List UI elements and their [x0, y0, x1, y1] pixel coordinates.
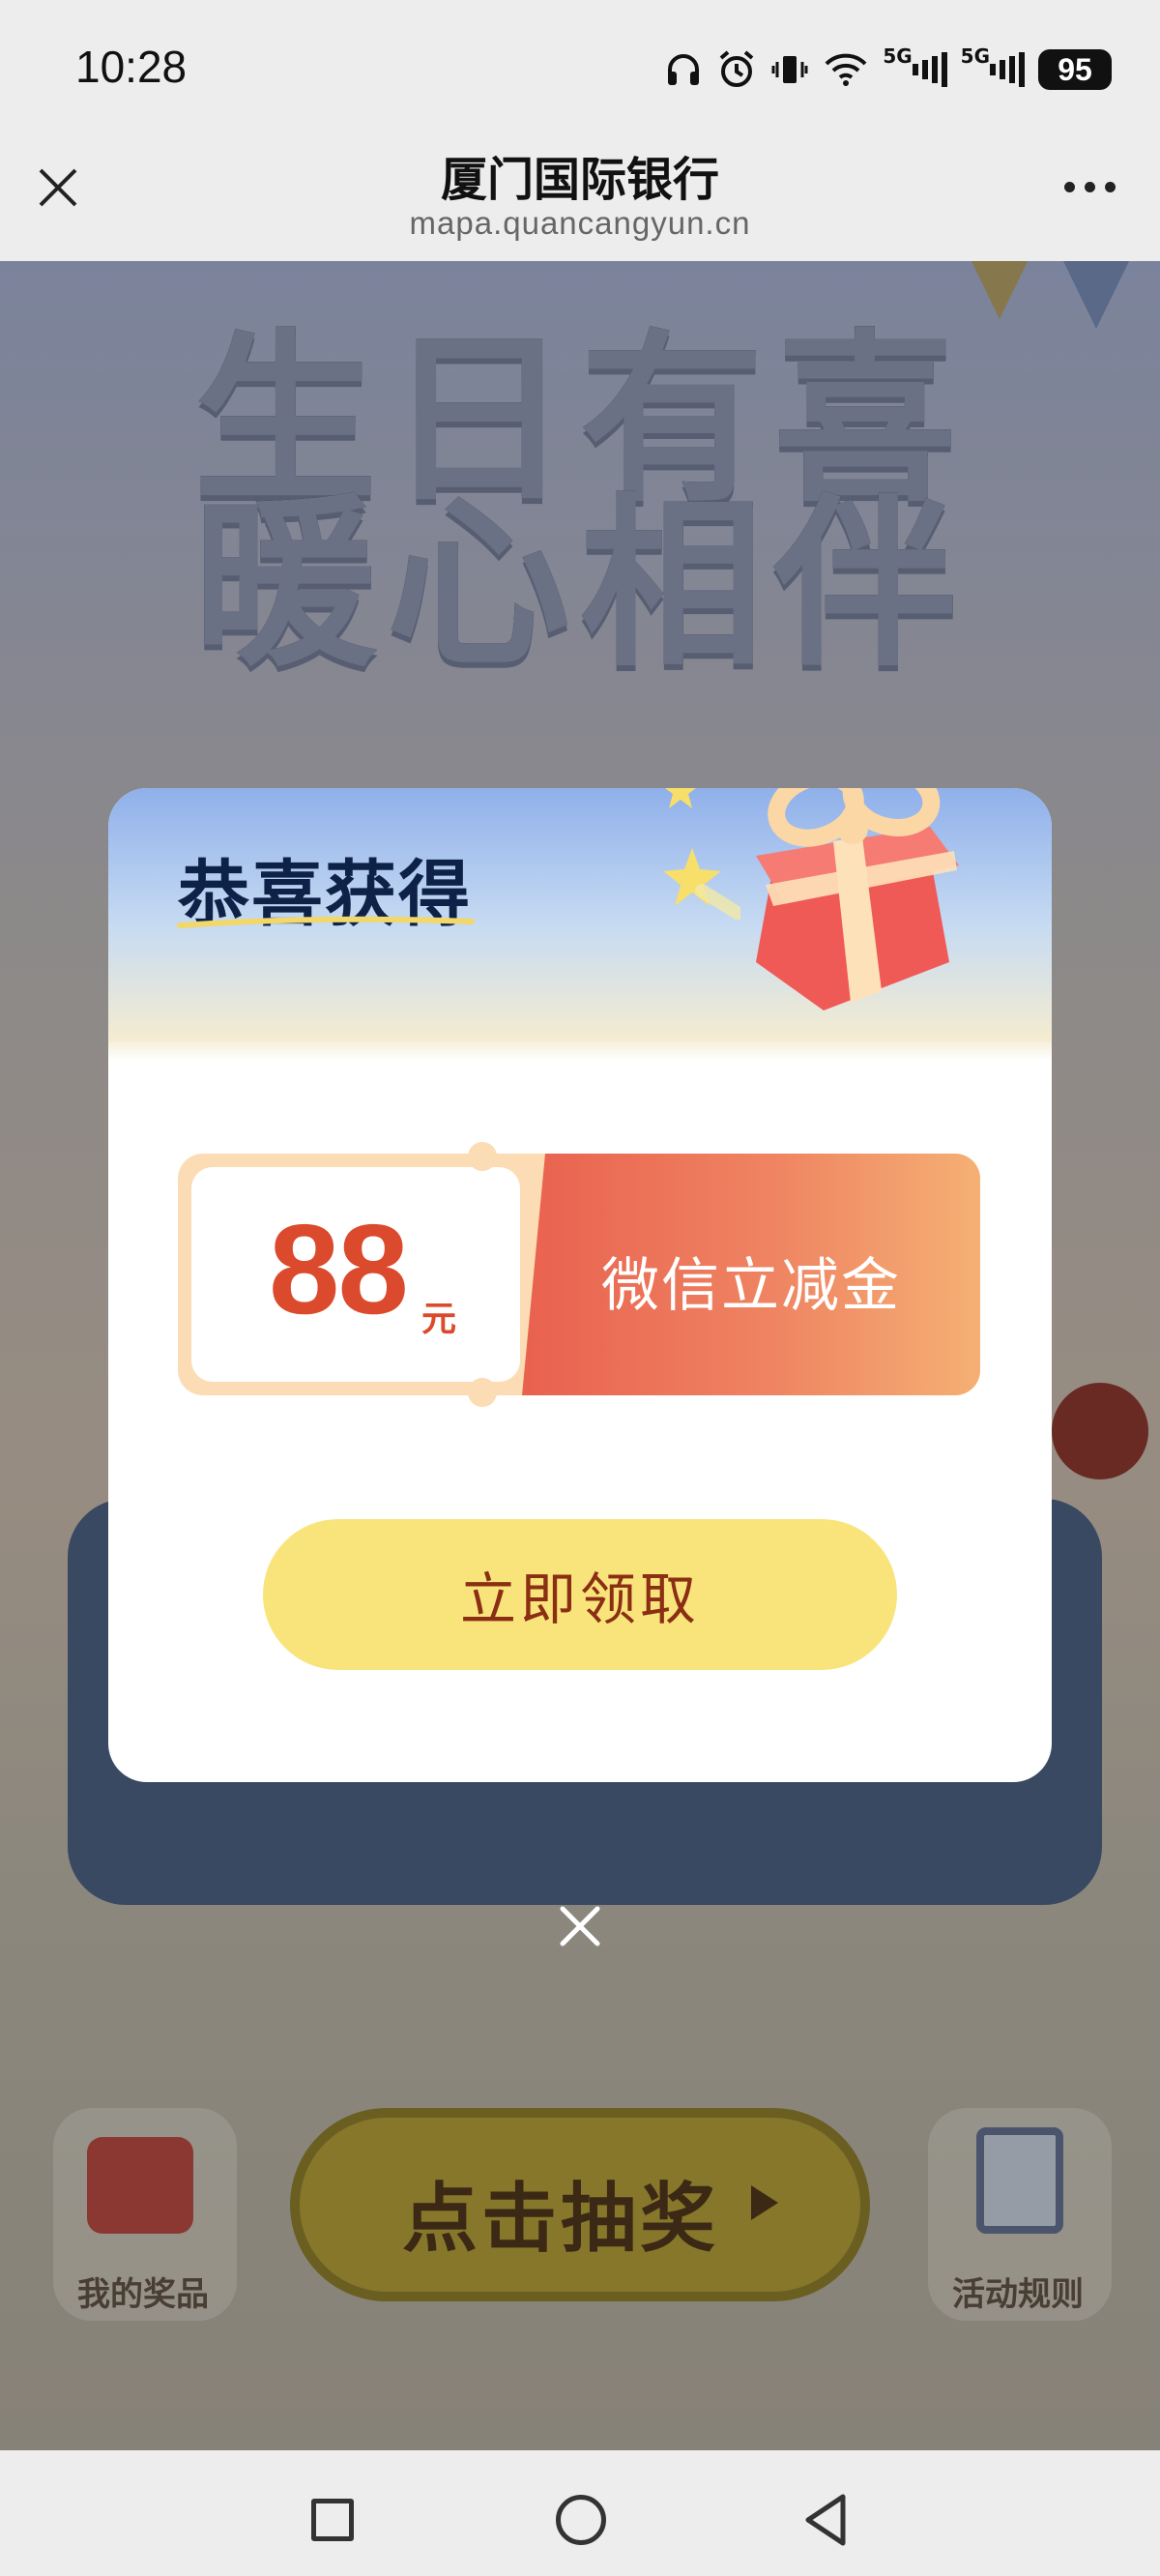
- prize-modal: 恭喜获得 88 元 微信立减金 立即领取: [108, 788, 1052, 1782]
- wifi-icon: [823, 41, 869, 99]
- coupon-amount: 88: [269, 1198, 409, 1340]
- coupon-amount-panel: 88 元: [191, 1167, 520, 1382]
- home-icon[interactable]: [556, 2495, 606, 2545]
- title-bar: 厦门国际银行 mapa.quancangyun.cn: [0, 126, 1160, 261]
- page-url: mapa.quancangyun.cn: [409, 205, 751, 241]
- status-time: 10:28: [75, 42, 188, 92]
- coupon-unit: 元: [421, 1300, 457, 1339]
- coupon-card: 88 元 微信立减金: [178, 1142, 980, 1407]
- title-underline: [177, 916, 475, 928]
- network-type-label: 5G: [883, 44, 913, 68]
- network-type-label: 5G: [960, 44, 990, 68]
- claim-button[interactable]: 立即领取: [263, 1519, 897, 1670]
- star-icon: [665, 788, 696, 808]
- status-bar: 10:28 5G 5G 95: [0, 0, 1160, 126]
- more-icon[interactable]: [1064, 182, 1116, 192]
- back-icon[interactable]: [802, 2493, 851, 2547]
- alarm-icon: [716, 41, 757, 99]
- signal-icon: 5G: [883, 41, 947, 99]
- claim-button-label: 立即领取: [459, 1566, 700, 1632]
- page-title: 厦门国际银行: [440, 153, 719, 207]
- recents-icon[interactable]: [311, 2499, 354, 2541]
- close-icon[interactable]: [559, 1905, 601, 1947]
- headphones-icon: [664, 41, 703, 99]
- gift-box-icon: [756, 788, 959, 1010]
- coupon-label: 微信立减金: [601, 1252, 901, 1320]
- status-icons: 5G 5G 95: [664, 41, 1112, 99]
- battery-icon: 95: [1038, 49, 1112, 90]
- system-nav-bar: [0, 2450, 1160, 2576]
- signal-icon: 5G: [961, 41, 1025, 99]
- vibrate-icon: [770, 41, 809, 99]
